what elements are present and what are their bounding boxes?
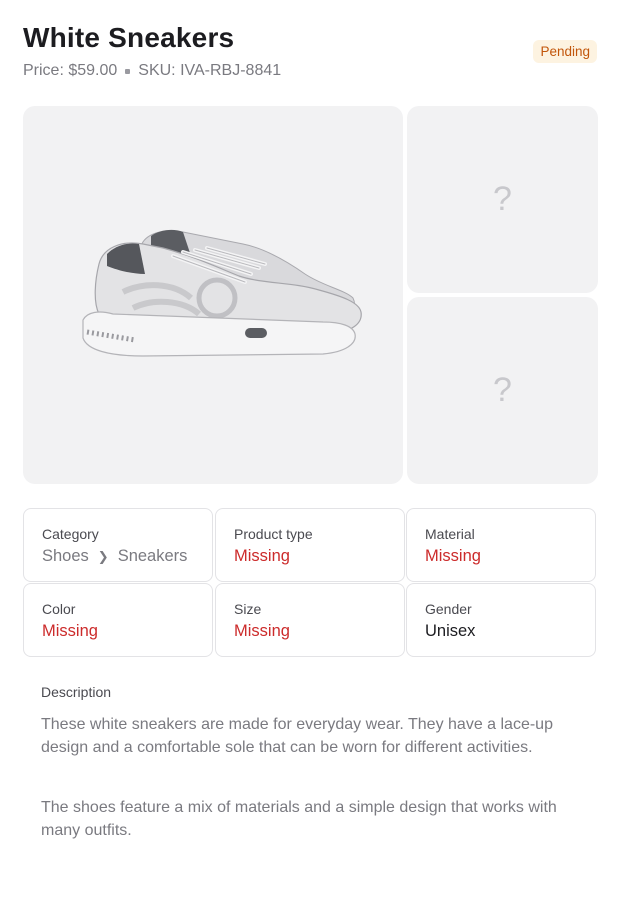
status-badge: Pending (533, 40, 597, 63)
attribute-material[interactable]: Material Missing (406, 508, 596, 582)
attribute-label: Size (234, 601, 262, 617)
attribute-value: Missing (234, 547, 290, 565)
main-product-image[interactable] (23, 106, 403, 484)
attribute-size[interactable]: Size Missing (215, 583, 405, 657)
attribute-label: Material (425, 526, 475, 542)
attribute-gender[interactable]: Gender Unisex (406, 583, 596, 657)
attribute-label: Product type (234, 526, 313, 542)
description-paragraph: These white sneakers are made for everyd… (41, 716, 553, 756)
attribute-value: Missing (42, 622, 98, 640)
thumbnail-placeholder-1[interactable]: ? (407, 106, 598, 293)
product-sku: SKU: IVA-RBJ-8841 (138, 62, 282, 79)
attribute-value: Missing (425, 547, 481, 565)
image-gallery: ? ? (23, 106, 598, 484)
breadcrumb-item: Shoes (42, 547, 89, 565)
chevron-right-icon: ❯ (97, 548, 109, 564)
attributes-grid: Category Shoes ❯ Sneakers Product type M… (23, 508, 598, 658)
question-mark-icon: ? (493, 180, 512, 218)
attribute-value: Unisex (425, 622, 476, 640)
attribute-label: Category (42, 526, 99, 542)
attribute-color[interactable]: Color Missing (23, 583, 213, 657)
attribute-product-type[interactable]: Product type Missing (215, 508, 405, 582)
description-paragraph: The shoes feature a mix of materials and… (41, 799, 557, 839)
category-breadcrumb: Shoes ❯ Sneakers (42, 547, 194, 566)
product-price: Price: $59.00 (23, 62, 118, 79)
thumbnail-placeholder-2[interactable]: ? (407, 297, 598, 484)
attribute-category[interactable]: Category Shoes ❯ Sneakers (23, 508, 213, 582)
sneaker-image (82, 229, 362, 357)
attribute-label: Gender (425, 601, 472, 617)
attribute-label: Color (42, 601, 76, 617)
product-meta: Price: $59.00 SKU: IVA-RBJ-8841 (23, 62, 281, 80)
separator-dot (125, 68, 131, 74)
product-title: White Sneakers (23, 22, 235, 53)
attribute-value: Missing (234, 622, 290, 640)
breadcrumb-item: Sneakers (117, 547, 188, 565)
description-label: Description (41, 684, 112, 700)
question-mark-icon: ? (493, 371, 512, 409)
